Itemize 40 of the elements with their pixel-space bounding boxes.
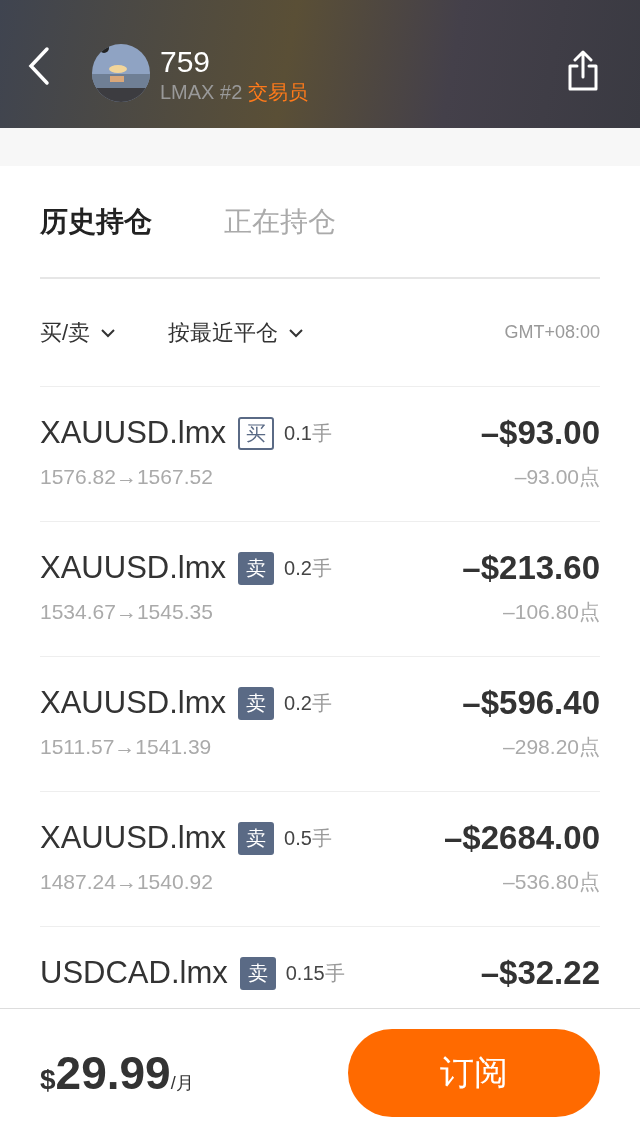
broker-label: LMAX #2 (160, 81, 243, 103)
trader-name: 759 (160, 45, 212, 79)
points-value: –106.80点 (503, 599, 600, 625)
side-badge: 卖 (238, 686, 274, 720)
role-label: 交易员 (248, 81, 309, 103)
symbol: USDCAD.lmx (40, 955, 228, 991)
profit-amount: –$213.60 (462, 549, 600, 587)
side-badge: 买 (238, 416, 274, 450)
side-badge: 卖 (239, 956, 276, 990)
chevron-down-icon (288, 327, 305, 338)
subscription-price: $29.99/月 (40, 1045, 194, 1100)
profit-amount: –$2684.00 (444, 819, 600, 857)
filter-dropdown[interactable]: 按最近平仓 (168, 317, 305, 348)
side-badge: 卖 (238, 821, 274, 855)
symbol: XAUUSD.lmx (40, 550, 226, 586)
tab[interactable]: 历史持仓 (40, 202, 152, 241)
filter-dropdown[interactable]: 买/卖 (40, 317, 117, 348)
profit-amount: –$93.00 (480, 414, 600, 452)
price-range: 1511.57→1541.39 (40, 735, 212, 759)
side-badge: 卖 (238, 551, 274, 585)
profit-amount: –$596.40 (462, 684, 600, 722)
symbol: XAUUSD.lmx (40, 415, 226, 451)
profit-amount: –$32.22 (480, 954, 600, 992)
lot-size: 0.1手 (284, 420, 332, 446)
symbol: XAUUSD.lmx (40, 820, 226, 856)
symbol: XAUUSD.lmx (40, 685, 226, 721)
chevron-down-icon (100, 327, 117, 338)
price-range: 1534.67→1545.35 (40, 600, 213, 624)
price-range: 1576.82→1567.52 (40, 465, 213, 489)
timezone-label: GMT+08:00 (504, 322, 600, 343)
points-value: –298.20点 (503, 734, 600, 760)
back-icon[interactable] (28, 46, 50, 86)
lot-size: 0.2手 (284, 690, 332, 716)
points-value: –536.80点 (503, 869, 600, 895)
lot-size: 0.2手 (284, 555, 332, 581)
share-icon[interactable] (566, 50, 600, 92)
lot-size: 0.5手 (284, 825, 332, 851)
price-range: 1487.24→1540.92 (40, 870, 213, 894)
points-value: –93.00点 (514, 464, 600, 490)
lot-size: 0.15手 (285, 960, 345, 986)
